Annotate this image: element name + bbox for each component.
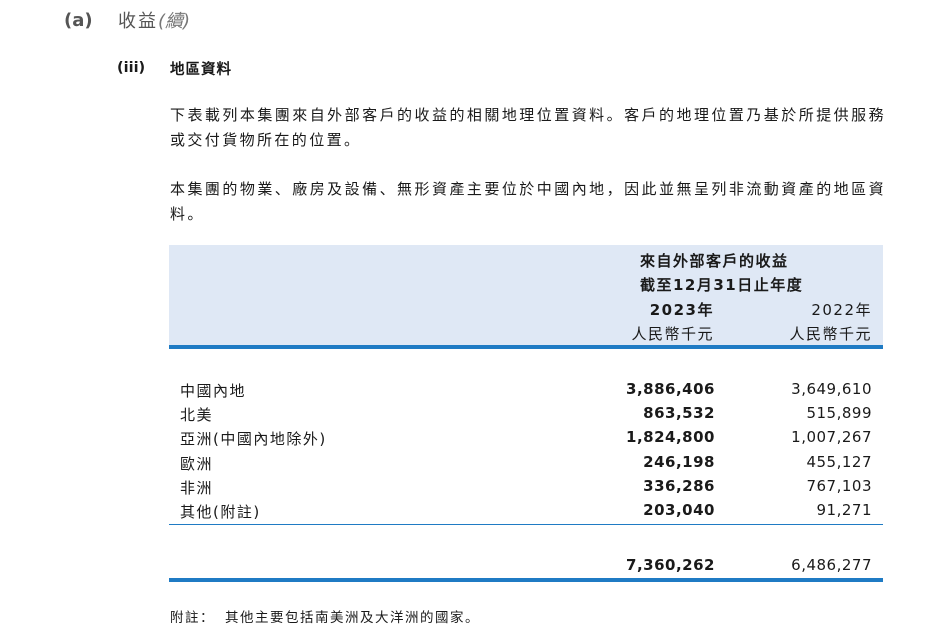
column-unit-2022: 人民幣千元 (789, 325, 872, 343)
table-row: 其他(附註) 203,040 91,271 (169, 499, 883, 523)
table-row: 歐洲 246,198 455,127 (169, 451, 883, 475)
section-title: 收益 (118, 11, 158, 32)
row-region: 亞洲(中國內地除外) (180, 430, 327, 449)
row-region: 北美 (180, 406, 214, 425)
row-value-2022: 3,649,610 (791, 380, 872, 398)
column-year-2023: 2023年 (649, 301, 714, 319)
row-region: 其他(附註) (180, 502, 261, 521)
row-value-2022: 455,127 (806, 452, 872, 471)
row-value-2023: 3,886,406 (626, 380, 715, 398)
table-row: 非洲 336,286 767,103 (169, 475, 883, 499)
header-divider (169, 345, 883, 349)
total-row: 7,360,262 6,486,277 (169, 554, 883, 578)
row-region: 歐洲 (180, 454, 214, 473)
row-value-2023: 203,040 (643, 500, 715, 519)
total-value-2022: 6,486,277 (791, 556, 872, 574)
paragraph-non-current-assets: 本集團的物業、廠房及設備、無形資產主要位於中國內地，因此並無呈列非流動資產的地區… (170, 180, 886, 223)
total-divider (169, 578, 883, 582)
footnote-label: 附註： (170, 610, 215, 626)
table-row: 亞洲(中國內地除外) 1,824,800 1,007,267 (169, 426, 883, 450)
table-header-title: 來自外部客戶的收益 (640, 252, 789, 270)
table-row: 中國內地 3,886,406 3,649,610 (169, 378, 883, 402)
footnote-text: 其他主要包括南美洲及大洋洲的國家。 (225, 610, 480, 626)
row-region: 非洲 (180, 478, 214, 497)
footnote: 附註： 其他主要包括南美洲及大洋洲的國家。 (170, 606, 480, 626)
subtotal-divider (169, 524, 883, 525)
column-unit-2023: 人民幣千元 (631, 325, 714, 343)
row-region: 中國內地 (180, 382, 247, 400)
section-continued: (續) (158, 11, 191, 32)
section-heading: (a) 收益 (續) (64, 8, 191, 33)
table-body: 中國內地 3,886,406 3,649,610 北美 863,532 515,… (169, 378, 883, 523)
paragraph-geographic-basis: 下表載列本集團來自外部客戶的收益的相關地理位置資料。客戶的地理位置乃基於所提供服… (170, 106, 886, 149)
row-value-2022: 515,899 (806, 404, 872, 423)
row-value-2023: 246,198 (643, 452, 715, 471)
row-value-2023: 336,286 (643, 476, 715, 495)
subsection-heading: (iii) 地區資料 (117, 57, 232, 79)
row-value-2022: 767,103 (806, 476, 872, 495)
section-label: (a) (64, 9, 93, 31)
total-value-2023: 7,360,262 (626, 556, 715, 574)
subsection-title: 地區資料 (170, 61, 232, 78)
table-header-period: 截至12月31日止年度 (640, 276, 804, 294)
row-value-2022: 91,271 (816, 500, 872, 519)
row-value-2022: 1,007,267 (791, 428, 872, 447)
row-value-2023: 1,824,800 (626, 428, 715, 447)
row-value-2023: 863,532 (643, 404, 715, 423)
column-year-2022: 2022年 (811, 301, 872, 319)
table-row: 北美 863,532 515,899 (169, 402, 883, 426)
subsection-label: (iii) (117, 60, 146, 76)
